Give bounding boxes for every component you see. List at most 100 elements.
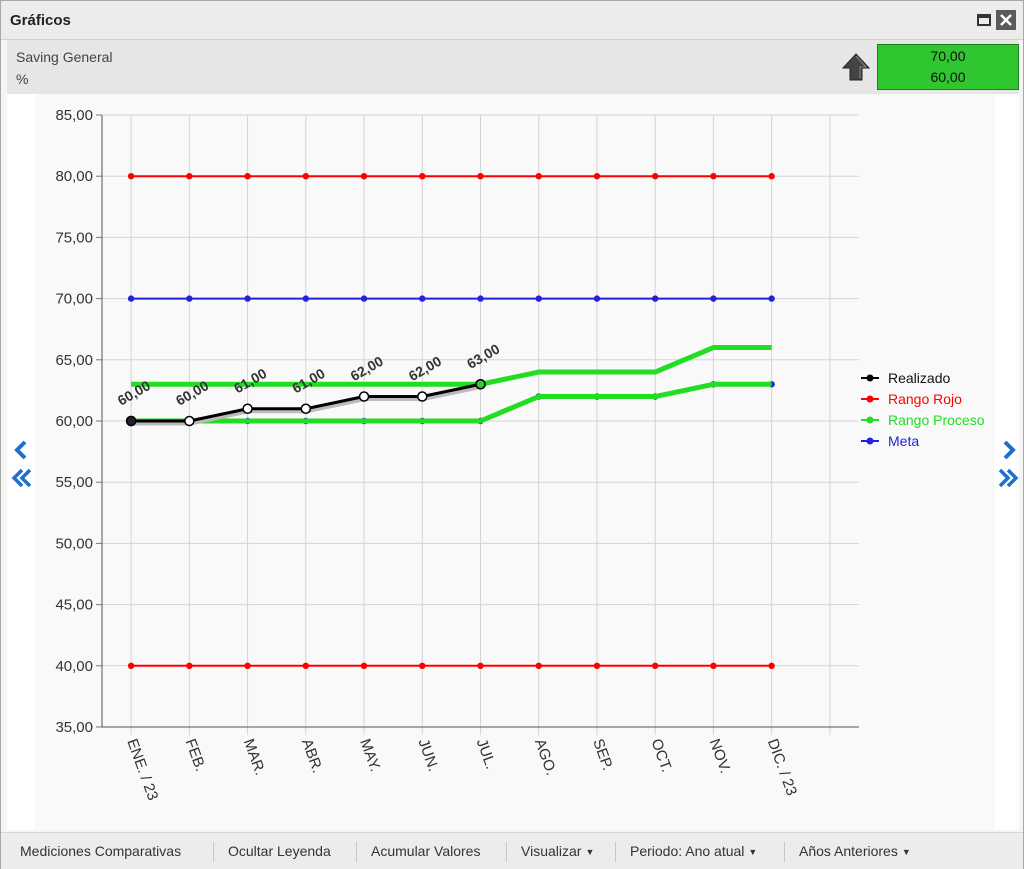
data-point — [768, 173, 775, 180]
caret-down-icon: ▼ — [901, 847, 911, 857]
toolbar-item-0[interactable]: Mediciones Comparativas — [20, 843, 181, 859]
data-point — [125, 415, 137, 427]
double-chevron-right-icon[interactable] — [997, 467, 1019, 489]
legend-swatch-dot — [866, 374, 874, 382]
legend-label: Rango Proceso — [888, 412, 985, 428]
caret-down-icon: ▼ — [585, 847, 595, 857]
data-point — [535, 173, 542, 180]
up-arrow-icon — [841, 53, 871, 81]
y-tick-label: 80,00 — [55, 168, 93, 185]
legend-swatch-dot — [866, 437, 874, 445]
data-point — [302, 295, 310, 302]
y-tick-label: 70,00 — [55, 291, 93, 308]
toolbar-item-4[interactable]: Periodo: Ano atual ▼ — [630, 843, 757, 859]
indicator-unit: % — [16, 71, 29, 87]
toolbar-separator — [356, 842, 357, 862]
data-point — [419, 662, 426, 669]
data-point — [710, 662, 717, 669]
data-point — [768, 662, 775, 669]
legend-label: Rango Rojo — [888, 391, 962, 407]
data-point — [477, 295, 484, 302]
data-point — [768, 295, 775, 302]
data-point — [593, 173, 601, 180]
y-tick-label: 60,00 — [55, 413, 93, 430]
restore-icon[interactable] — [974, 10, 994, 30]
toolbar-item-label: Periodo: Ano atual — [630, 843, 745, 859]
chart-area: 35,00 40,00 45,00 50,00 55,00 60,00 65,00 70,00… — [7, 94, 1019, 830]
toolbar-item-label: Años Anteriores — [799, 843, 898, 859]
indicator-header: Saving General % 70,00 60,00 — [7, 40, 1019, 94]
chevron-left-icon[interactable] — [11, 439, 33, 461]
y-tick-label: 40,00 — [55, 658, 93, 675]
toolbar-item-label: Acumular Valores — [371, 843, 481, 859]
title-bar: Gráficos — [1, 1, 1023, 40]
data-point — [358, 391, 370, 402]
y-tick-label: 50,00 — [55, 535, 93, 552]
close-icon[interactable] — [996, 10, 1016, 30]
data-point — [710, 295, 717, 302]
data-point — [651, 295, 659, 302]
toolbar-separator — [213, 842, 214, 862]
legend-swatch-dot — [866, 395, 874, 403]
toolbar-item-1[interactable]: Ocultar Leyenda — [228, 843, 331, 859]
data-point — [651, 173, 659, 180]
y-tick-label: 45,00 — [55, 597, 93, 614]
window-title: Gráficos — [10, 12, 71, 29]
data-point — [186, 295, 193, 302]
data-point — [302, 662, 310, 669]
status-value-box: 70,00 60,00 — [877, 44, 1019, 90]
data-point — [477, 173, 484, 180]
data-point — [360, 662, 368, 669]
data-point — [127, 662, 135, 669]
toolbar-item-5[interactable]: Años Anteriores ▼ — [799, 843, 911, 859]
data-point — [535, 295, 542, 302]
value-top: 70,00 — [930, 48, 966, 64]
toolbar-separator — [615, 842, 616, 862]
data-point — [186, 173, 193, 180]
toolbar-item-label: Visualizar — [521, 843, 582, 859]
data-point — [477, 662, 484, 669]
data-point — [593, 295, 601, 302]
y-tick-label: 55,00 — [55, 474, 93, 491]
legend-swatch-dot — [866, 416, 874, 424]
data-point — [535, 662, 542, 669]
y-tick-label: 85,00 — [55, 107, 93, 124]
bottom-toolbar: Mediciones Comparativas Ocultar Leyenda Ac… — [1, 832, 1023, 869]
data-point — [186, 662, 193, 669]
chart-background — [35, 94, 995, 830]
data-point — [419, 295, 426, 302]
line-chart: 35,00 40,00 45,00 50,00 55,00 60,00 65,00 70,00… — [35, 94, 995, 830]
double-chevron-left-icon[interactable] — [11, 467, 33, 489]
toolbar-separator — [506, 842, 507, 862]
caret-down-icon: ▼ — [748, 847, 758, 857]
data-point — [127, 295, 135, 302]
data-point — [300, 403, 312, 415]
y-tick-label: 65,00 — [55, 352, 93, 369]
data-point — [184, 415, 195, 427]
legend-label: Meta — [888, 433, 919, 449]
value-bottom: 60,00 — [930, 69, 966, 85]
toolbar-item-3[interactable]: Visualizar ▼ — [521, 843, 594, 859]
data-point — [127, 173, 135, 180]
toolbar-item-label: Ocultar Leyenda — [228, 843, 331, 859]
toolbar-item-2[interactable]: Acumular Valores — [371, 843, 480, 859]
data-point — [651, 662, 659, 669]
data-point — [244, 295, 251, 302]
charts-window: Gráficos Saving General % 70,00 60,00 35… — [0, 0, 1024, 869]
toolbar-separator — [784, 842, 785, 862]
data-point — [360, 295, 368, 302]
y-tick-label: 75,00 — [55, 229, 93, 246]
data-point — [244, 662, 251, 669]
data-point — [710, 173, 717, 180]
data-point — [419, 173, 426, 180]
chevron-right-icon[interactable] — [997, 439, 1019, 461]
y-tick-label: 35,00 — [55, 719, 93, 736]
data-point — [244, 173, 251, 180]
data-point — [417, 391, 428, 402]
data-point — [475, 379, 486, 390]
indicator-name: Saving General — [16, 49, 113, 65]
data-point — [360, 173, 368, 180]
toolbar-item-label: Mediciones Comparativas — [20, 843, 182, 859]
data-point — [242, 403, 253, 415]
legend-label: Realizado — [888, 370, 950, 386]
